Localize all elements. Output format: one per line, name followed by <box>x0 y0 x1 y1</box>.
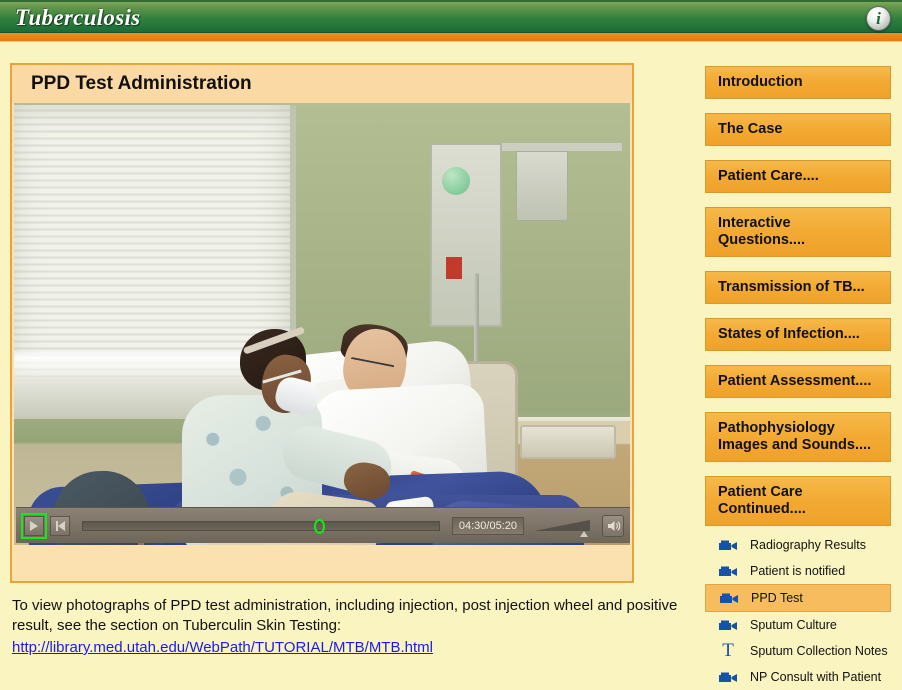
equipment-arm <box>502 143 622 151</box>
chair-post <box>138 543 144 545</box>
equipment-box <box>516 151 568 221</box>
sidebar-subitem-np-consult-with-patient[interactable]: NP Consult with Patient <box>705 664 891 690</box>
sidebar-subitem-radiography-results[interactable]: Radiography Results <box>705 532 891 558</box>
text-document-icon: T <box>715 640 741 662</box>
sidebar-item-introduction[interactable]: Introduction <box>705 66 891 99</box>
caption-line-1: To view photographs of PPD test administ… <box>12 596 692 616</box>
sidebar-item-patient-assessment[interactable]: Patient Assessment.... <box>705 365 891 398</box>
sidebar-item-the-case[interactable]: The Case <box>705 113 891 146</box>
sidebar-navigation: Introduction The Case Patient Care.... I… <box>705 66 891 690</box>
sidebar-subitem-label: Radiography Results <box>750 538 866 552</box>
app-header: Tuberculosis i <box>0 0 902 33</box>
video-camera-icon <box>715 619 741 632</box>
equipment-green-light <box>442 167 470 195</box>
info-button[interactable]: i <box>866 6 891 31</box>
sidebar-subitem-ppd-test[interactable]: PPD Test <box>705 584 891 612</box>
video-camera-icon <box>715 671 741 684</box>
equipment-red-indicator <box>446 257 462 279</box>
page-title: PPD Test Administration <box>12 65 632 103</box>
sidebar-subitem-sputum-culture[interactable]: Sputum Culture <box>705 612 891 638</box>
sidebar-subitem-label: Sputum Collection Notes <box>750 644 888 658</box>
video-camera-icon <box>715 565 741 578</box>
sidebar-subitem-label: NP Consult with Patient <box>750 670 881 684</box>
header-accent-bar <box>0 33 902 42</box>
counter-basin <box>520 425 616 459</box>
play-button[interactable] <box>24 516 44 536</box>
sidebar-subitem-label: PPD Test <box>751 591 803 605</box>
window-blinds <box>14 105 290 377</box>
info-icon: i <box>867 7 890 30</box>
sidebar-item-patient-care-continued[interactable]: Patient Care Continued.... <box>705 476 891 526</box>
sidebar-subitem-label: Patient is notified <box>750 564 845 578</box>
time-display: 04:30/05:20 <box>452 517 524 535</box>
video-camera-icon <box>715 539 741 552</box>
video-frame <box>14 103 630 545</box>
video-progress-bar[interactable] <box>82 521 440 531</box>
play-icon <box>30 521 38 531</box>
sidebar-item-interactive-questions[interactable]: Interactive Questions.... <box>705 207 891 257</box>
sidebar-item-patient-care[interactable]: Patient Care.... <box>705 160 891 193</box>
video-controls-bar: 04:30/05:20 <box>16 507 630 543</box>
tuberculin-skin-testing-link[interactable]: http://library.med.utah.edu/WebPath/TUTO… <box>12 638 433 658</box>
sidebar-item-transmission-of-tb[interactable]: Transmission of TB... <box>705 271 891 304</box>
sidebar-subitem-patient-is-notified[interactable]: Patient is notified <box>705 558 891 584</box>
caption-line-2: result, see the section on Tuberculin Sk… <box>12 616 692 636</box>
sidebar-subitem-label: Sputum Culture <box>750 618 837 632</box>
video-camera-icon <box>716 592 742 605</box>
rewind-button[interactable] <box>50 516 70 536</box>
sidebar-subitem-sputum-collection-notes[interactable]: T Sputum Collection Notes <box>705 638 891 664</box>
mute-button[interactable] <box>602 515 624 537</box>
volume-track <box>534 520 590 531</box>
progress-scrubber[interactable] <box>314 519 325 534</box>
video-player[interactable]: 04:30/05:20 <box>14 103 630 545</box>
caption-block: To view photographs of PPD test administ… <box>12 596 692 658</box>
speaker-icon <box>606 519 621 533</box>
app-title: Tuberculosis <box>15 5 140 31</box>
volume-slider[interactable] <box>534 517 592 535</box>
content-panel: PPD Test Administration <box>10 63 634 583</box>
sidebar-item-states-of-infection[interactable]: States of Infection.... <box>705 318 891 351</box>
volume-handle[interactable] <box>580 531 588 537</box>
sidebar-item-pathophysiology[interactable]: Pathophysiology Images and Sounds.... <box>705 412 891 462</box>
sidebar-sublist: Radiography Results Patient is notified <box>705 532 891 690</box>
